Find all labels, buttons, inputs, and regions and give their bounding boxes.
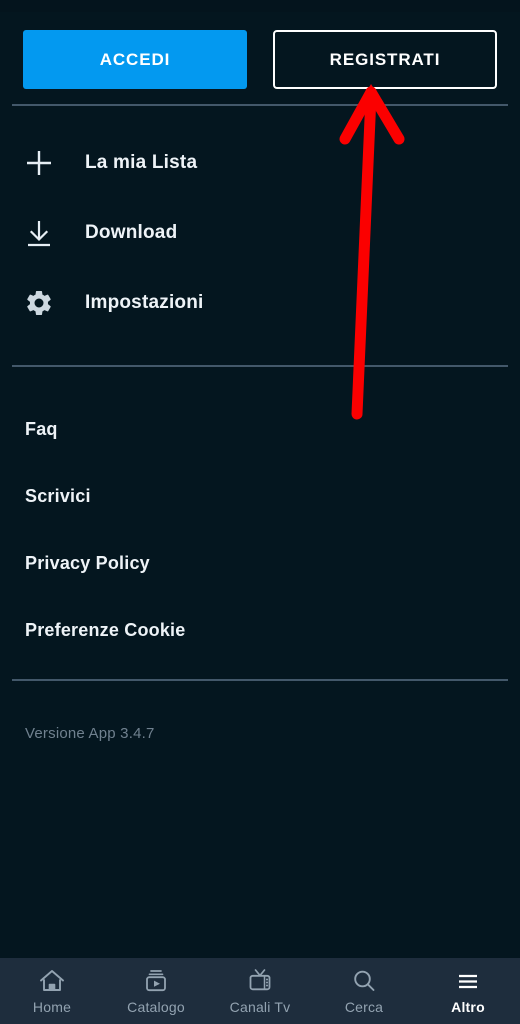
nav-item-label: Catalogo	[127, 999, 185, 1015]
menu-item-label: Download	[85, 222, 178, 243]
divider-top	[12, 104, 508, 106]
gear-icon	[22, 286, 56, 320]
nav-item-catalogo[interactable]: Catalogo	[104, 966, 208, 1015]
link-item-scrivici[interactable]: Scrivici	[0, 463, 520, 530]
catalog-stack-play-icon	[141, 966, 171, 996]
account-menu-list: La mia Lista Download Impostazioni	[0, 128, 520, 338]
app-version-text: Versione App 3.4.7	[25, 725, 155, 742]
link-item-privacy-policy[interactable]: Privacy Policy	[0, 530, 520, 597]
nav-item-label: Home	[32, 999, 72, 1015]
divider-middle	[12, 365, 508, 367]
hamburger-menu-icon	[453, 966, 483, 996]
menu-item-label: Impostazioni	[85, 292, 204, 313]
auth-buttons-row: ACCEDI REGISTRATI	[0, 30, 520, 90]
nav-item-label: Canali Tv	[229, 999, 291, 1015]
tv-icon	[245, 966, 275, 996]
search-icon	[349, 966, 379, 996]
nav-item-cerca[interactable]: Cerca	[312, 966, 416, 1015]
menu-item-download[interactable]: Download	[0, 198, 520, 268]
status-strip	[0, 0, 520, 12]
nav-item-home[interactable]: Home	[0, 966, 104, 1015]
nav-item-altro[interactable]: Altro	[416, 966, 520, 1015]
link-label: Preferenze Cookie	[25, 620, 186, 640]
link-item-faq[interactable]: Faq	[0, 396, 520, 463]
app-root: ACCEDI REGISTRATI La mia Lista Download …	[0, 0, 520, 1024]
home-icon	[37, 966, 67, 996]
bottom-navigation-bar: Home Catalogo Canali Tv Cerca Altro	[0, 958, 520, 1024]
nav-item-label: Cerca	[344, 999, 384, 1015]
download-icon	[22, 216, 56, 250]
menu-item-label: La mia Lista	[85, 152, 198, 173]
link-item-preferenze-cookie[interactable]: Preferenze Cookie	[0, 597, 520, 664]
link-label: Privacy Policy	[25, 553, 150, 573]
link-label: Scrivici	[25, 486, 91, 506]
divider-bottom	[12, 679, 508, 681]
menu-item-impostazioni[interactable]: Impostazioni	[0, 268, 520, 338]
menu-item-la-mia-lista[interactable]: La mia Lista	[0, 128, 520, 198]
info-links-list: Faq Scrivici Privacy Policy Preferenze C…	[0, 396, 520, 664]
nav-item-canali-tv[interactable]: Canali Tv	[208, 966, 312, 1015]
register-button[interactable]: REGISTRATI	[273, 30, 497, 89]
login-button[interactable]: ACCEDI	[23, 30, 247, 89]
link-label: Faq	[25, 419, 58, 439]
plus-icon	[22, 146, 56, 180]
nav-item-label: Altro	[451, 999, 485, 1015]
